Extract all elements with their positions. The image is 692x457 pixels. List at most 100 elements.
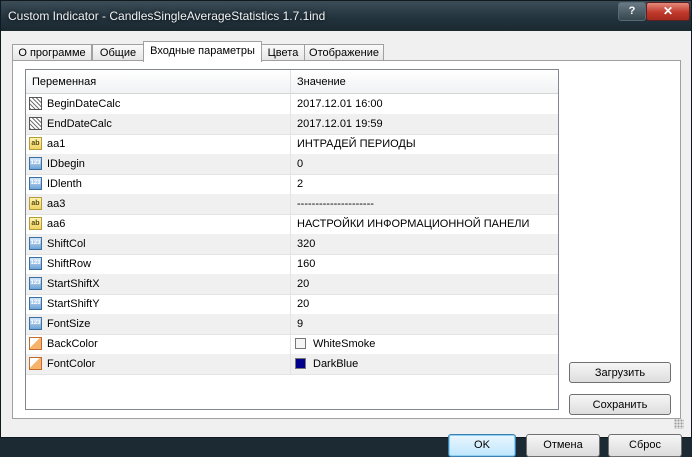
color-swatch	[295, 358, 306, 369]
variable-name: aa1	[47, 138, 66, 150]
variable-cell: 123 StartShiftY	[26, 294, 290, 314]
value-cell[interactable]: 0	[290, 154, 558, 174]
variable-cell: 123 StartShiftX	[26, 274, 290, 294]
grid-row[interactable]: 123 FontSize 9	[26, 314, 558, 335]
grid-row[interactable]: BeginDateCalc 2017.12.01 16:00	[26, 94, 558, 115]
window-title: Custom Indicator - CandlesSingleAverageS…	[8, 9, 326, 23]
color-swatch	[295, 338, 306, 349]
grid-row[interactable]: 123 IDlenth 2	[26, 174, 558, 195]
value-cell[interactable]: 2017.12.01 19:59	[290, 114, 558, 134]
grid-row[interactable]: 123 StartShiftY 20	[26, 294, 558, 315]
value-cell[interactable]: DarkBlue	[290, 354, 558, 374]
variable-value: 320	[297, 238, 316, 250]
variable-name: ShiftCol	[47, 238, 86, 250]
dialog-window: Custom Indicator - CandlesSingleAverageS…	[0, 0, 692, 457]
value-cell[interactable]: 20	[290, 274, 558, 294]
help-button[interactable]: ?	[618, 2, 646, 21]
variable-cell: EndDateCalc	[26, 114, 290, 134]
variable-cell: 123 ShiftRow	[26, 254, 290, 274]
inputs-panel: Переменная Значение BeginDateCalc 2017.12…	[12, 60, 681, 419]
value-cell[interactable]: WhiteSmoke	[290, 334, 558, 354]
value-cell[interactable]: 2	[290, 174, 558, 194]
value-cell[interactable]: 20	[290, 294, 558, 314]
variable-name: IDbegin	[47, 158, 85, 170]
save-button[interactable]: Сохранить	[569, 394, 671, 415]
variable-value: 2017.12.01 19:59	[297, 118, 383, 130]
variable-value: НАСТРОЙКИ ИНФОРМАЦИОННОЙ ПАНЕЛИ	[297, 218, 530, 230]
variable-cell: BackColor	[26, 334, 290, 354]
value-cell[interactable]: 320	[290, 234, 558, 254]
variable-name: ShiftRow	[47, 258, 92, 270]
datetime-icon	[29, 117, 42, 130]
variable-value: 20	[297, 298, 310, 310]
variable-cell: 123 IDbegin	[26, 154, 290, 174]
variable-cell: ab aa6	[26, 214, 290, 234]
variable-value: 2	[297, 178, 304, 190]
variable-cell: 123 FontSize	[26, 314, 290, 334]
grid-row[interactable]: 123 ShiftRow 160	[26, 254, 558, 275]
string-icon: ab	[29, 197, 42, 210]
header-value[interactable]: Значение	[290, 70, 558, 93]
variable-cell: BeginDateCalc	[26, 94, 290, 114]
variable-name: StartShiftY	[47, 298, 100, 310]
value-cell[interactable]: 2017.12.01 16:00	[290, 94, 558, 114]
load-button[interactable]: Загрузить	[569, 362, 671, 383]
variable-name: IDlenth	[47, 178, 82, 190]
datetime-icon	[29, 97, 42, 110]
variable-name: FontColor	[47, 358, 96, 370]
integer-icon: 123	[29, 277, 42, 290]
tab-inputs[interactable]: Входные параметры	[143, 41, 262, 62]
integer-icon: 123	[29, 257, 42, 270]
header-variable[interactable]: Переменная	[26, 70, 290, 93]
close-button[interactable]: ✕	[646, 2, 690, 21]
variable-cell: FontColor	[26, 354, 290, 374]
cancel-button[interactable]: Отмена	[526, 434, 600, 457]
value-cell[interactable]: НАСТРОЙКИ ИНФОРМАЦИОННОЙ ПАНЕЛИ	[290, 214, 558, 234]
grid-header: Переменная Значение	[26, 70, 558, 94]
grid-row[interactable]: FontColor DarkBlue	[26, 354, 558, 375]
variable-name: EndDateCalc	[47, 118, 112, 130]
color-icon	[29, 337, 42, 350]
grid-row[interactable]: EndDateCalc 2017.12.01 19:59	[26, 114, 558, 135]
variable-name: StartShiftX	[47, 278, 100, 290]
integer-icon: 123	[29, 317, 42, 330]
variable-value: DarkBlue	[313, 358, 359, 370]
value-cell[interactable]: ---------------------	[290, 194, 558, 214]
variable-cell: 123 ShiftCol	[26, 234, 290, 254]
grid-row[interactable]: 123 IDbegin 0	[26, 154, 558, 175]
integer-icon: 123	[29, 237, 42, 250]
variable-value: 20	[297, 278, 310, 290]
variable-value: 160	[297, 258, 316, 270]
ok-button[interactable]: OK	[448, 434, 516, 457]
value-cell[interactable]: 9	[290, 314, 558, 334]
integer-icon: 123	[29, 177, 42, 190]
color-icon	[29, 357, 42, 370]
dialog-client-area: О программе Общие Входные параметры Цвет…	[8, 32, 685, 457]
integer-icon: 123	[29, 297, 42, 310]
variable-value: 9	[297, 318, 304, 330]
grid-row[interactable]: ab aa1 ИНТРАДЕЙ ПЕРИОДЫ	[26, 134, 558, 155]
value-cell[interactable]: ИНТРАДЕЙ ПЕРИОДЫ	[290, 134, 558, 154]
parameters-grid[interactable]: Переменная Значение BeginDateCalc 2017.12…	[25, 69, 559, 410]
string-icon: ab	[29, 217, 42, 230]
grid-row[interactable]: 123 StartShiftX 20	[26, 274, 558, 295]
string-icon: ab	[29, 137, 42, 150]
reset-button[interactable]: Сброс	[608, 434, 682, 457]
resize-grip-icon[interactable]	[674, 419, 684, 429]
variable-value: WhiteSmoke	[313, 338, 376, 350]
title-bar[interactable]: Custom Indicator - CandlesSingleAverageS…	[1, 1, 691, 31]
variable-name: BackColor	[47, 338, 98, 350]
grid-row[interactable]: BackColor WhiteSmoke	[26, 334, 558, 355]
variable-cell: ab aa3	[26, 194, 290, 214]
integer-icon: 123	[29, 157, 42, 170]
value-cell[interactable]: 160	[290, 254, 558, 274]
grid-row[interactable]: 123 ShiftCol 320	[26, 234, 558, 255]
variable-cell: ab aa1	[26, 134, 290, 154]
variable-value: ---------------------	[297, 198, 374, 210]
variable-name: aa3	[47, 198, 66, 210]
variable-value: ИНТРАДЕЙ ПЕРИОДЫ	[297, 138, 416, 150]
grid-row[interactable]: ab aa6 НАСТРОЙКИ ИНФОРМАЦИОННОЙ ПАНЕЛИ	[26, 214, 558, 235]
variable-name: BeginDateCalc	[47, 98, 121, 110]
variable-name: FontSize	[47, 318, 91, 330]
grid-row[interactable]: ab aa3 ---------------------	[26, 194, 558, 215]
